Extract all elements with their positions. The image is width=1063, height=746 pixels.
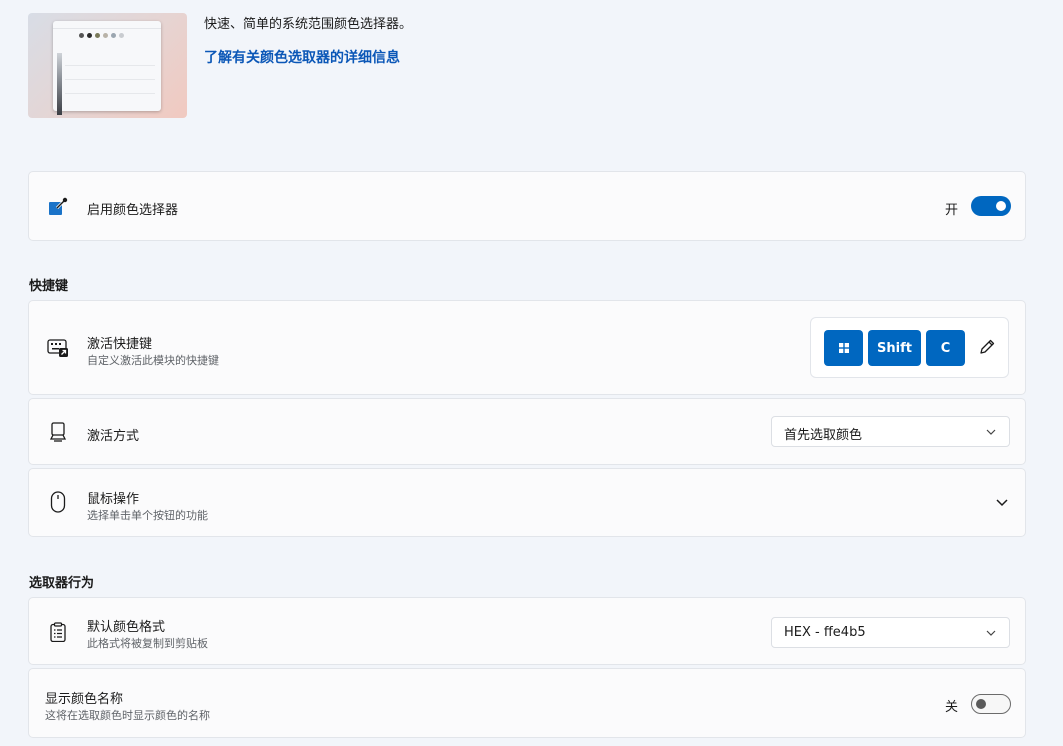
mouse-actions-card[interactable]: 鼠标操作 选择单击单个按钮的功能 xyxy=(28,468,1026,537)
default-format-value: HEX - ffe4b5 xyxy=(784,625,866,640)
learn-more-link[interactable]: 了解有关颜色选取器的详细信息 xyxy=(204,47,400,67)
shift-key: Shift xyxy=(868,330,921,366)
activation-method-card: 激活方式 首先选取颜色 xyxy=(28,398,1026,465)
default-format-dropdown[interactable]: HEX - ffe4b5 xyxy=(771,617,1010,648)
default-format-subtitle: 此格式将被复制到剪贴板 xyxy=(87,637,208,650)
enable-toggle[interactable] xyxy=(971,196,1011,216)
show-color-name-subtitle: 这将在选取颜色时显示颜色的名称 xyxy=(45,709,210,722)
hero-description: 快速、简单的系统范围颜色选择器。 xyxy=(204,17,413,32)
hero-image xyxy=(28,13,187,118)
keyboard-shortcut-icon xyxy=(47,337,69,359)
mouse-actions-subtitle: 选择单击单个按钮的功能 xyxy=(87,509,208,522)
mouse-actions-title: 鼠标操作 xyxy=(87,492,140,507)
enable-card: 启用颜色选择器 开 xyxy=(28,171,1026,241)
default-format-title: 默认颜色格式 xyxy=(87,620,166,635)
clipboard-icon xyxy=(47,621,69,643)
activation-method-dropdown[interactable]: 首先选取颜色 xyxy=(771,416,1010,447)
windows-key-icon xyxy=(824,330,863,366)
show-color-name-card: 显示颜色名称 这将在选取颜色时显示颜色的名称 关 xyxy=(28,668,1026,738)
activation-shortcut-subtitle: 自定义激活此模块的快捷键 xyxy=(87,354,219,367)
show-color-name-toggle[interactable] xyxy=(971,694,1011,714)
c-key: C xyxy=(926,330,965,366)
activation-shortcut-title: 激活快捷键 xyxy=(87,337,153,352)
enable-label: 启用颜色选择器 xyxy=(87,203,179,218)
activation-shortcut-card: 激活快捷键 自定义激活此模块的快捷键 Shift C xyxy=(28,300,1026,395)
mouse-icon xyxy=(47,491,69,513)
activation-method-title: 激活方式 xyxy=(87,429,140,444)
color-picker-icon xyxy=(47,196,69,218)
chevron-down-icon xyxy=(986,630,996,636)
show-color-name-state-text: 关 xyxy=(945,700,959,715)
shortcuts-heading: 快捷键 xyxy=(29,279,69,294)
default-format-card: 默认颜色格式 此格式将被复制到剪贴板 HEX - ffe4b5 xyxy=(28,597,1026,665)
edit-shortcut-icon[interactable] xyxy=(978,338,998,358)
show-color-name-title: 显示颜色名称 xyxy=(45,692,124,707)
chevron-down-icon xyxy=(986,429,996,435)
monitor-icon xyxy=(47,421,69,443)
picker-behavior-heading: 选取器行为 xyxy=(29,576,95,591)
enable-state-text: 开 xyxy=(945,203,959,218)
hero-preview-window xyxy=(53,21,161,115)
expand-chevron-icon[interactable] xyxy=(995,495,1009,509)
activation-method-value: 首先选取颜色 xyxy=(784,428,863,443)
shortcut-keys-box[interactable]: Shift C xyxy=(810,317,1009,378)
